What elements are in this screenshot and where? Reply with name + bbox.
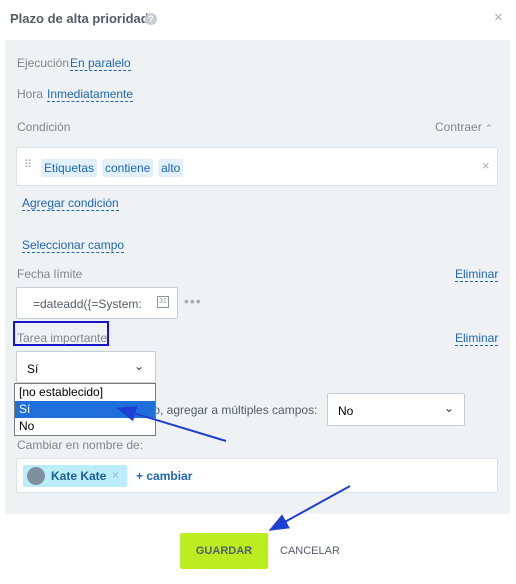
chevron-up-icon: ⌃ [485, 123, 493, 133]
add-cambiar-link[interactable]: + cambiar [136, 469, 192, 483]
condition-row: ⠿ Etiquetas contiene alto × [16, 147, 498, 186]
dialog-title: Plazo de alta prioridad [10, 11, 149, 26]
user-chip[interactable]: Kate Kate × [23, 465, 127, 487]
fecha-input-value: =dateadd({=System:N [33, 297, 141, 311]
tarea-label: Tarea importante [17, 331, 108, 345]
dropdown-option-unset[interactable]: [no establecido] [15, 384, 155, 401]
more-dots-icon[interactable]: ••• [184, 293, 202, 309]
calendar-icon[interactable]: 31 [157, 296, 169, 308]
cambiar-label: Cambiar en nombre de: [17, 438, 144, 452]
chevron-down-icon: ⌄ [134, 359, 145, 373]
condicion-label: Condición [17, 120, 71, 134]
condition-operator-tag[interactable]: contiene [102, 159, 154, 177]
help-icon[interactable]: ? [145, 13, 157, 25]
multi-field-label: llo, agregar a múltiples campos: [148, 403, 318, 417]
cambiar-user-box: Kate Kate × + cambiar [16, 458, 498, 493]
remove-user-icon[interactable]: × [112, 468, 119, 482]
hora-value-link[interactable]: Inmediatamente [47, 87, 134, 102]
collapse-link[interactable]: Contraer ⌃ [435, 120, 493, 134]
tarea-remove-link[interactable]: Eliminar [455, 331, 499, 346]
tarea-dropdown-list: [no establecido] Sí No [14, 383, 156, 436]
avatar [27, 467, 45, 485]
multi-select-value: No [338, 404, 354, 418]
collapse-label: Contraer [435, 120, 482, 134]
user-chip-name: Kate Kate [51, 469, 107, 483]
ejecucion-value-link[interactable]: En paralelo [70, 56, 131, 71]
ejecucion-label: Ejecución [17, 56, 70, 70]
hora-label: Hora [17, 87, 44, 101]
tarea-select[interactable]: Sí ⌄ [16, 351, 156, 383]
cancel-button[interactable]: CANCELAR [280, 545, 340, 557]
select-field-link[interactable]: Seleccionar campo [22, 238, 125, 253]
condition-field-tag[interactable]: Etiquetas [41, 159, 98, 177]
tarea-select-value: Sí [27, 362, 39, 376]
dropdown-option-si[interactable]: Sí [15, 401, 155, 418]
close-icon[interactable]: × [494, 9, 503, 26]
remove-condition-icon[interactable]: × [482, 158, 490, 173]
fecha-remove-link[interactable]: Eliminar [455, 267, 499, 282]
multi-select[interactable]: No ⌄ [327, 393, 465, 426]
drag-handle-icon[interactable]: ⠿ [24, 158, 32, 171]
save-button[interactable]: GUARDAR [180, 533, 268, 569]
condition-value-tag[interactable]: alto [158, 159, 184, 177]
chevron-down-icon: ⌄ [444, 401, 455, 415]
fecha-input[interactable]: =dateadd({=System:N 31 [16, 287, 178, 319]
fecha-label: Fecha límite [17, 267, 83, 281]
add-condition-link[interactable]: Agregar condición [22, 196, 119, 211]
dropdown-option-no[interactable]: No [15, 418, 155, 435]
